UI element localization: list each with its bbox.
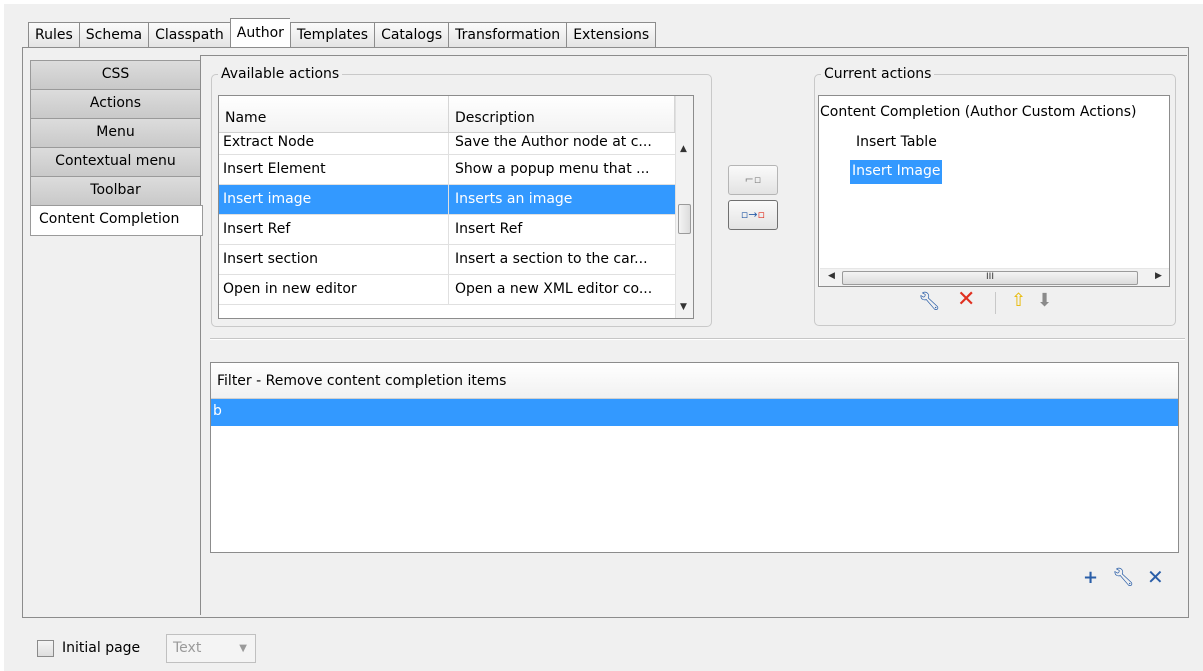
current-actions-tree: Content Completion (Author Custom Action…: [818, 95, 1170, 287]
add-action-button[interactable]: ▫→▫: [728, 200, 778, 230]
add-icon[interactable]: +: [1083, 568, 1098, 588]
tab-classpath[interactable]: Classpath: [148, 22, 230, 48]
current-actions-legend: Current actions: [821, 65, 935, 83]
action-name: Extract Node: [219, 133, 449, 154]
initial-page-label[interactable]: Initial page: [62, 637, 140, 659]
action-description: Show a popup menu that ...: [455, 161, 650, 177]
top-tab-bar: Rules Schema Classpath Author Templates …: [28, 18, 657, 48]
scroll-left-icon[interactable]: ◀: [828, 271, 835, 281]
tree-item-insert-image[interactable]: Insert Image: [850, 160, 943, 184]
scroll-down-icon[interactable]: ▼: [680, 302, 687, 312]
edit-wrench-icon[interactable]: 🔧︎: [918, 292, 941, 312]
side-tab-menu[interactable]: Menu: [30, 118, 201, 147]
add-as-child-button[interactable]: ⌐▫: [728, 165, 778, 195]
move-up-icon[interactable]: ⇧: [1011, 291, 1026, 311]
target-square-icon: ▫: [757, 208, 766, 221]
scroll-up-icon[interactable]: ▲: [680, 144, 687, 154]
tab-schema[interactable]: Schema: [78, 22, 149, 48]
toolbar-divider: [995, 292, 996, 314]
tab-catalogs[interactable]: Catalogs: [374, 22, 449, 48]
action-description: Insert a section to the car...: [455, 251, 648, 267]
side-tab-toolbar[interactable]: Toolbar: [30, 176, 201, 205]
chevron-down-icon: ▼: [239, 643, 247, 654]
table-row[interactable]: Insert Ref Insert Ref: [219, 215, 693, 245]
column-header-description[interactable]: Description: [449, 96, 675, 132]
column-header-name[interactable]: Name: [219, 96, 449, 132]
tab-templates[interactable]: Templates: [289, 22, 375, 48]
side-tab-actions[interactable]: Actions: [30, 89, 201, 118]
side-tab-css[interactable]: CSS: [30, 60, 201, 89]
filter-table-header[interactable]: Filter - Remove content completion items: [211, 363, 1178, 399]
action-name: Insert Ref: [219, 215, 449, 244]
section-separator: [210, 338, 1185, 340]
action-name: Insert section: [219, 245, 449, 274]
tab-rules[interactable]: Rules: [28, 22, 79, 48]
initial-page-checkbox[interactable]: [37, 640, 54, 657]
side-tab-content-completion[interactable]: Content Completion: [30, 205, 203, 236]
author-side-tabs: CSS Actions Menu Contextual menu Toolbar…: [30, 60, 203, 236]
edit-filter-wrench-icon[interactable]: 🔧︎: [1112, 568, 1135, 588]
horizontal-scrollbar[interactable]: ◀ III ▶: [820, 268, 1169, 286]
tree-item-insert-table[interactable]: Insert Table: [856, 131, 937, 155]
action-description: Save the Author node at c...: [455, 134, 652, 150]
action-description: Insert Ref: [455, 221, 523, 237]
scroll-thumb[interactable]: [678, 204, 691, 234]
tab-author[interactable]: Author: [229, 18, 290, 47]
side-tab-contextual-menu[interactable]: Contextual menu: [30, 147, 201, 176]
tree-add-icon: ⌐▫: [744, 173, 762, 186]
horizontal-scroll-thumb[interactable]: III: [842, 271, 1138, 285]
table-row[interactable]: Extract Node Save the Author node at c..…: [219, 133, 693, 155]
filter-row-selected[interactable]: b: [211, 399, 1178, 426]
tab-transformation[interactable]: Transformation: [448, 22, 567, 48]
initial-page-select[interactable]: Text ▼: [166, 634, 256, 663]
action-name: Insert image: [219, 185, 449, 214]
scroll-right-icon[interactable]: ▶: [1155, 271, 1162, 281]
select-value: Text: [173, 640, 202, 656]
move-right-icon: ▫→: [740, 208, 758, 221]
move-down-icon[interactable]: ⬇: [1037, 291, 1052, 311]
table-row[interactable]: Open in new editor Open a new XML editor…: [219, 275, 693, 305]
available-actions-legend: Available actions: [218, 65, 343, 83]
tab-extensions[interactable]: Extensions: [566, 22, 657, 48]
action-description: Inserts an image: [455, 191, 573, 207]
remove-icon[interactable]: ✕: [957, 289, 975, 311]
table-row-selected[interactable]: Insert image Inserts an image: [219, 185, 693, 215]
filter-table: Filter - Remove content completion items…: [210, 362, 1179, 553]
action-name: Insert Element: [219, 155, 449, 184]
table-row[interactable]: Insert section Insert a section to the c…: [219, 245, 693, 275]
table-header: Name Description: [219, 96, 693, 133]
delete-filter-icon[interactable]: ✕: [1147, 567, 1164, 587]
action-description: Open a new XML editor co...: [455, 281, 653, 297]
action-name: Open in new editor: [219, 275, 449, 304]
table-row[interactable]: Insert Element Show a popup menu that ..…: [219, 155, 693, 185]
tree-root[interactable]: Content Completion (Author Custom Action…: [820, 101, 1137, 125]
available-actions-table: Name Description Extract Node Save the A…: [218, 95, 694, 319]
vertical-scrollbar[interactable]: ▲ ▼: [675, 96, 693, 318]
